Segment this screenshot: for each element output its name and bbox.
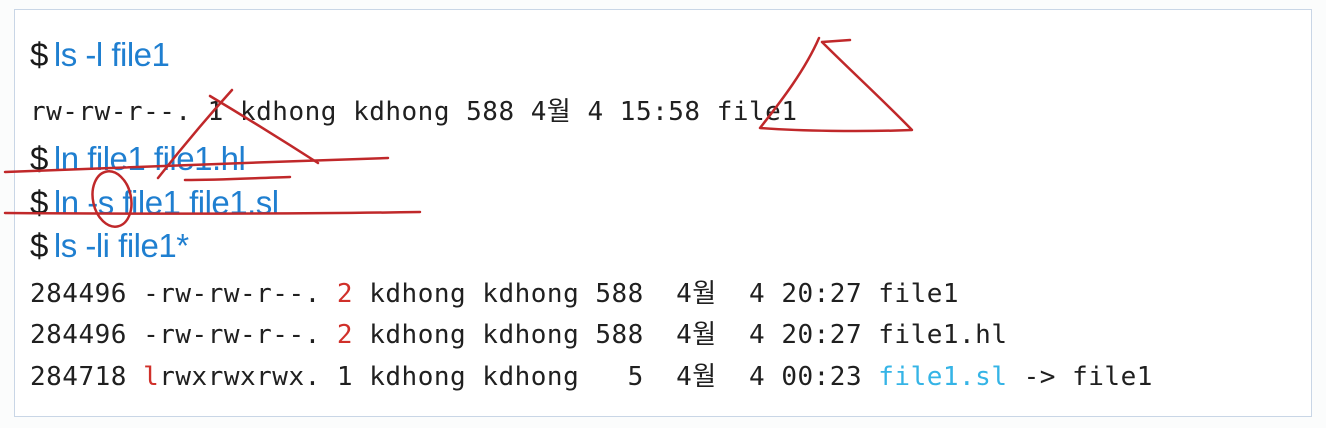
- listing-row-1: 284496 -rw-rw-r--. 2 kdhong kdhong 588 4…: [30, 281, 959, 307]
- link-count: 1: [336, 362, 354, 392]
- inode: 284718: [30, 362, 144, 392]
- command-text: ls -l file1: [53, 36, 170, 73]
- inode: 284496: [30, 279, 144, 309]
- file-type: -: [143, 320, 160, 350]
- output-line-1: rw-rw-r--. 1 kdhong kdhong 588 4월 4 15:5…: [30, 97, 798, 127]
- command-text: ls -li file1*: [53, 227, 189, 264]
- command-text: ln file1 file1.hl: [53, 140, 246, 177]
- file-details: kdhong kdhong 5 4월 4 00:23: [353, 362, 879, 392]
- permissions: rwxrwxrwx.: [159, 362, 337, 392]
- command-line-1: $ ls -l file1: [30, 36, 170, 73]
- command-line-2: $ ln file1 file1.hl: [30, 140, 246, 177]
- inode: 284496: [30, 320, 144, 350]
- permissions: rw-rw-r--.: [159, 320, 337, 350]
- file-type: -: [143, 279, 160, 309]
- link-count: 2: [336, 320, 354, 350]
- permissions: rw-rw-r--.: [159, 279, 337, 309]
- file-type: l: [143, 362, 160, 392]
- listing-row-2: 284496 -rw-rw-r--. 2 kdhong kdhong 588 4…: [30, 322, 1008, 348]
- link-target: -> file1: [1007, 362, 1153, 392]
- prompt-symbol: $: [30, 184, 48, 221]
- prompt-symbol: $: [30, 36, 48, 73]
- file-name: file1: [878, 279, 960, 309]
- prompt-symbol: $: [30, 140, 48, 177]
- listing-row-3: 284718 lrwxrwxrwx. 1 kdhong kdhong 5 4월 …: [30, 364, 1153, 390]
- file-name: file1.sl: [878, 362, 1008, 392]
- command-text: ln -s file1 file1.sl: [53, 184, 279, 221]
- prompt-symbol: $: [30, 227, 48, 264]
- file-name: file1.hl: [878, 320, 1008, 350]
- file-details: kdhong kdhong 588 4월 4 20:27: [353, 279, 879, 309]
- link-count: 2: [336, 279, 354, 309]
- file-details: kdhong kdhong 588 4월 4 20:27: [353, 320, 879, 350]
- command-line-3: $ ln -s file1 file1.sl: [30, 186, 279, 219]
- command-line-4: $ ls -li file1*: [30, 229, 189, 262]
